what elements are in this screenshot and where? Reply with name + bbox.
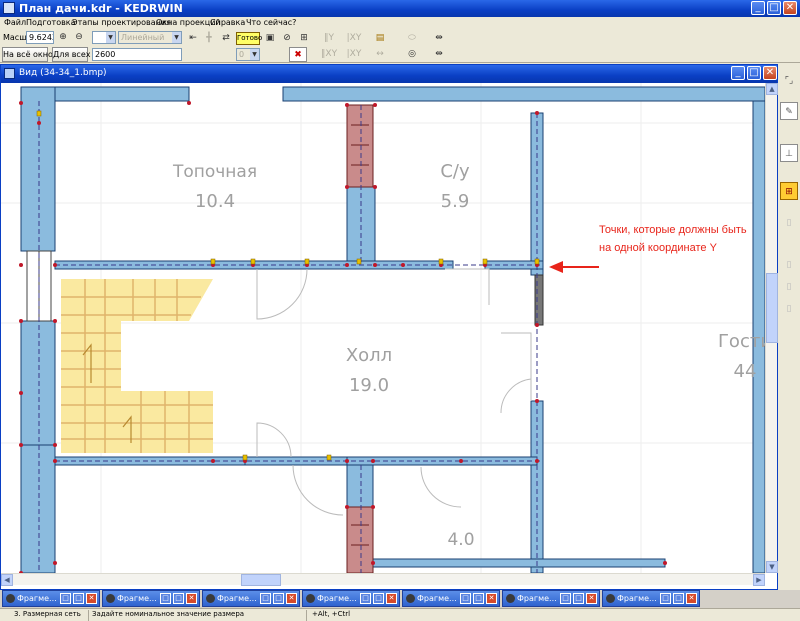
scroll-up-arrow[interactable]: ▲: [766, 83, 778, 95]
walls: [20, 86, 765, 573]
toolbar: Масшт 9.6243 ⊕ ⊖ На всё окно Для всех ▼ …: [0, 30, 800, 63]
dimension-value-input[interactable]: 2600: [92, 48, 182, 61]
status-bar: 3. Размерная сеть Задайте номинальное зн…: [0, 608, 800, 621]
staircase: [61, 279, 213, 453]
annotation-line-2: на одной координате Y: [599, 242, 718, 254]
status-mode: 3. Размерная сеть: [14, 610, 81, 618]
room-name-hall: Холл: [346, 345, 392, 366]
fragment-window-1[interactable]: Фрагме... □ □ ✕: [2, 590, 100, 607]
app-icon: [3, 2, 15, 14]
zoom-in-icon[interactable]: ⊕: [55, 30, 71, 45]
dimension-line-icon[interactable]: ⇹: [427, 31, 451, 46]
dim-4-icon: ▯: [786, 304, 792, 314]
app-title-bar: План дачи.kdr - KEDRWIN _ □ ✕: [0, 0, 800, 17]
align-y-2-icon: |XY: [346, 49, 362, 59]
view-maximize-button[interactable]: □: [747, 66, 761, 80]
menu-whats-now[interactable]: Что сейчас?: [246, 17, 296, 29]
scale-input[interactable]: 9.6243: [26, 31, 54, 44]
side-toolbar: ⌜⌟ ✎ ⊥ ⊞ ▯ ▯ ▯ ▯: [778, 64, 800, 590]
plus-icon: ╋: [206, 33, 212, 43]
view-window-title: Вид (34-34_1.bmp): [19, 68, 107, 78]
fragment-window-4[interactable]: Фрагме... □ □ ✕: [302, 590, 400, 607]
dim-2-icon: ▯: [786, 260, 792, 270]
zoom-out-icon[interactable]: ⊖: [71, 30, 87, 45]
small-select[interactable]: 0 ▼: [236, 48, 260, 61]
fit-window-button[interactable]: На всё окно: [2, 47, 53, 62]
eye-icon[interactable]: ◎: [402, 47, 422, 62]
circle-cross-icon[interactable]: ⊘: [279, 31, 295, 46]
room-name-boiler: Топочная: [172, 162, 257, 182]
menu-help[interactable]: Справка: [210, 17, 245, 29]
status-keys: +Alt, +Ctrl: [312, 610, 351, 618]
fit-all-button[interactable]: Для всех: [52, 47, 91, 62]
dim-3-icon: ▯: [786, 282, 792, 292]
minimized-windows-bar: Фрагме... □ □ ✕ Фрагме... □ □ ✕ Фрагме... □ □ ✕ Ф…: [0, 590, 800, 608]
delete-dimension-icon[interactable]: ✖: [289, 47, 307, 62]
maximize-button[interactable]: □: [767, 1, 781, 15]
room-area-hall: 19.0: [349, 375, 389, 396]
scroll-down-arrow[interactable]: ▼: [766, 561, 778, 573]
scroll-right-arrow[interactable]: ▶: [753, 574, 765, 586]
room-name-guest: Гости: [718, 331, 765, 352]
floor-plan[interactable]: Топочная 10.4 С/у 5.9 Холл 19.0 Гости 44…: [1, 83, 765, 573]
menu-preparation[interactable]: Подготовка: [26, 17, 76, 29]
arrow-left-icon[interactable]: ⇤: [185, 31, 201, 46]
frame-icon[interactable]: ▣: [262, 31, 278, 46]
measure-icon: ↔: [376, 49, 384, 59]
view-minimize-button[interactable]: _: [731, 66, 745, 80]
minimize-button[interactable]: _: [751, 1, 765, 15]
camera-icon[interactable]: ▤: [370, 31, 390, 46]
vertical-scrollbar[interactable]: ▲ ▼: [765, 83, 778, 573]
arrows-icon[interactable]: ⇄: [218, 31, 234, 46]
fragment-window-2[interactable]: Фрагме... □ □ ✕: [102, 590, 200, 607]
menu-bar: Файл Подготовка Этапы проектирования Окн…: [0, 17, 800, 30]
annotation-arrow-head: [549, 261, 563, 273]
grid-icon[interactable]: ⊞: [296, 31, 312, 46]
align-y-icon: ‖Y: [324, 33, 334, 43]
vertical-scroll-thumb[interactable]: [766, 273, 778, 343]
line-style-select[interactable]: ▼: [92, 31, 116, 44]
view-window: Вид (34-34_1.bmp) _ □ ✕ Топочная 10.4 С/…: [0, 64, 778, 590]
scroll-left-arrow[interactable]: ◀: [1, 574, 13, 586]
horizontal-scrollbar[interactable]: ◀ ▶: [1, 573, 765, 586]
align-xy-2-icon: ‖XY: [320, 49, 338, 59]
edit-icon[interactable]: ✎: [780, 102, 798, 120]
fragment-window-3[interactable]: Фрагме... □ □ ✕: [202, 590, 300, 607]
fragment-window-7[interactable]: Фрагме... □ □ ✕: [602, 590, 700, 607]
app-title: План дачи.kdr - KEDRWIN: [19, 2, 183, 15]
status-hint: Задайте номинальное значение размера: [92, 610, 245, 618]
room-area-guest: 44: [734, 361, 757, 382]
room-area-small: 4.0: [447, 530, 474, 550]
dim-1-icon: ▯: [786, 218, 792, 228]
ready-button[interactable]: Готово: [236, 32, 262, 45]
yellow-tool-icon[interactable]: ⊞: [780, 182, 798, 200]
align-xy-icon: |XY: [346, 33, 362, 43]
horizontal-scroll-thumb[interactable]: [241, 574, 281, 586]
corner-marks-icon[interactable]: ⌜⌟: [780, 72, 798, 90]
close-button[interactable]: ✕: [783, 1, 797, 15]
menu-file[interactable]: Файл: [4, 17, 26, 29]
fragment-window-6[interactable]: Фрагме... □ □ ✕: [502, 590, 600, 607]
view-close-button[interactable]: ✕: [763, 66, 777, 80]
room-name-wc: С/у: [440, 161, 470, 182]
dimension-line-2-icon[interactable]: ⇹: [427, 47, 451, 62]
view-window-icon: [4, 68, 15, 79]
dimension-type-select[interactable]: Линейный ▼: [118, 31, 182, 44]
room-area-boiler: 10.4: [195, 191, 235, 212]
room-area-wc: 5.9: [441, 191, 470, 212]
view-window-title-bar: Вид (34-34_1.bmp) _ □ ✕: [1, 65, 777, 83]
oval-icon: ⬭: [408, 33, 416, 43]
drawing-canvas[interactable]: Топочная 10.4 С/у 5.9 Холл 19.0 Гости 44…: [1, 83, 765, 573]
annotation-line-1: Точки, которые должны быть: [599, 224, 747, 236]
stairs-icon[interactable]: ⊥: [780, 144, 798, 162]
fragment-window-5[interactable]: Фрагме... □ □ ✕: [402, 590, 500, 607]
